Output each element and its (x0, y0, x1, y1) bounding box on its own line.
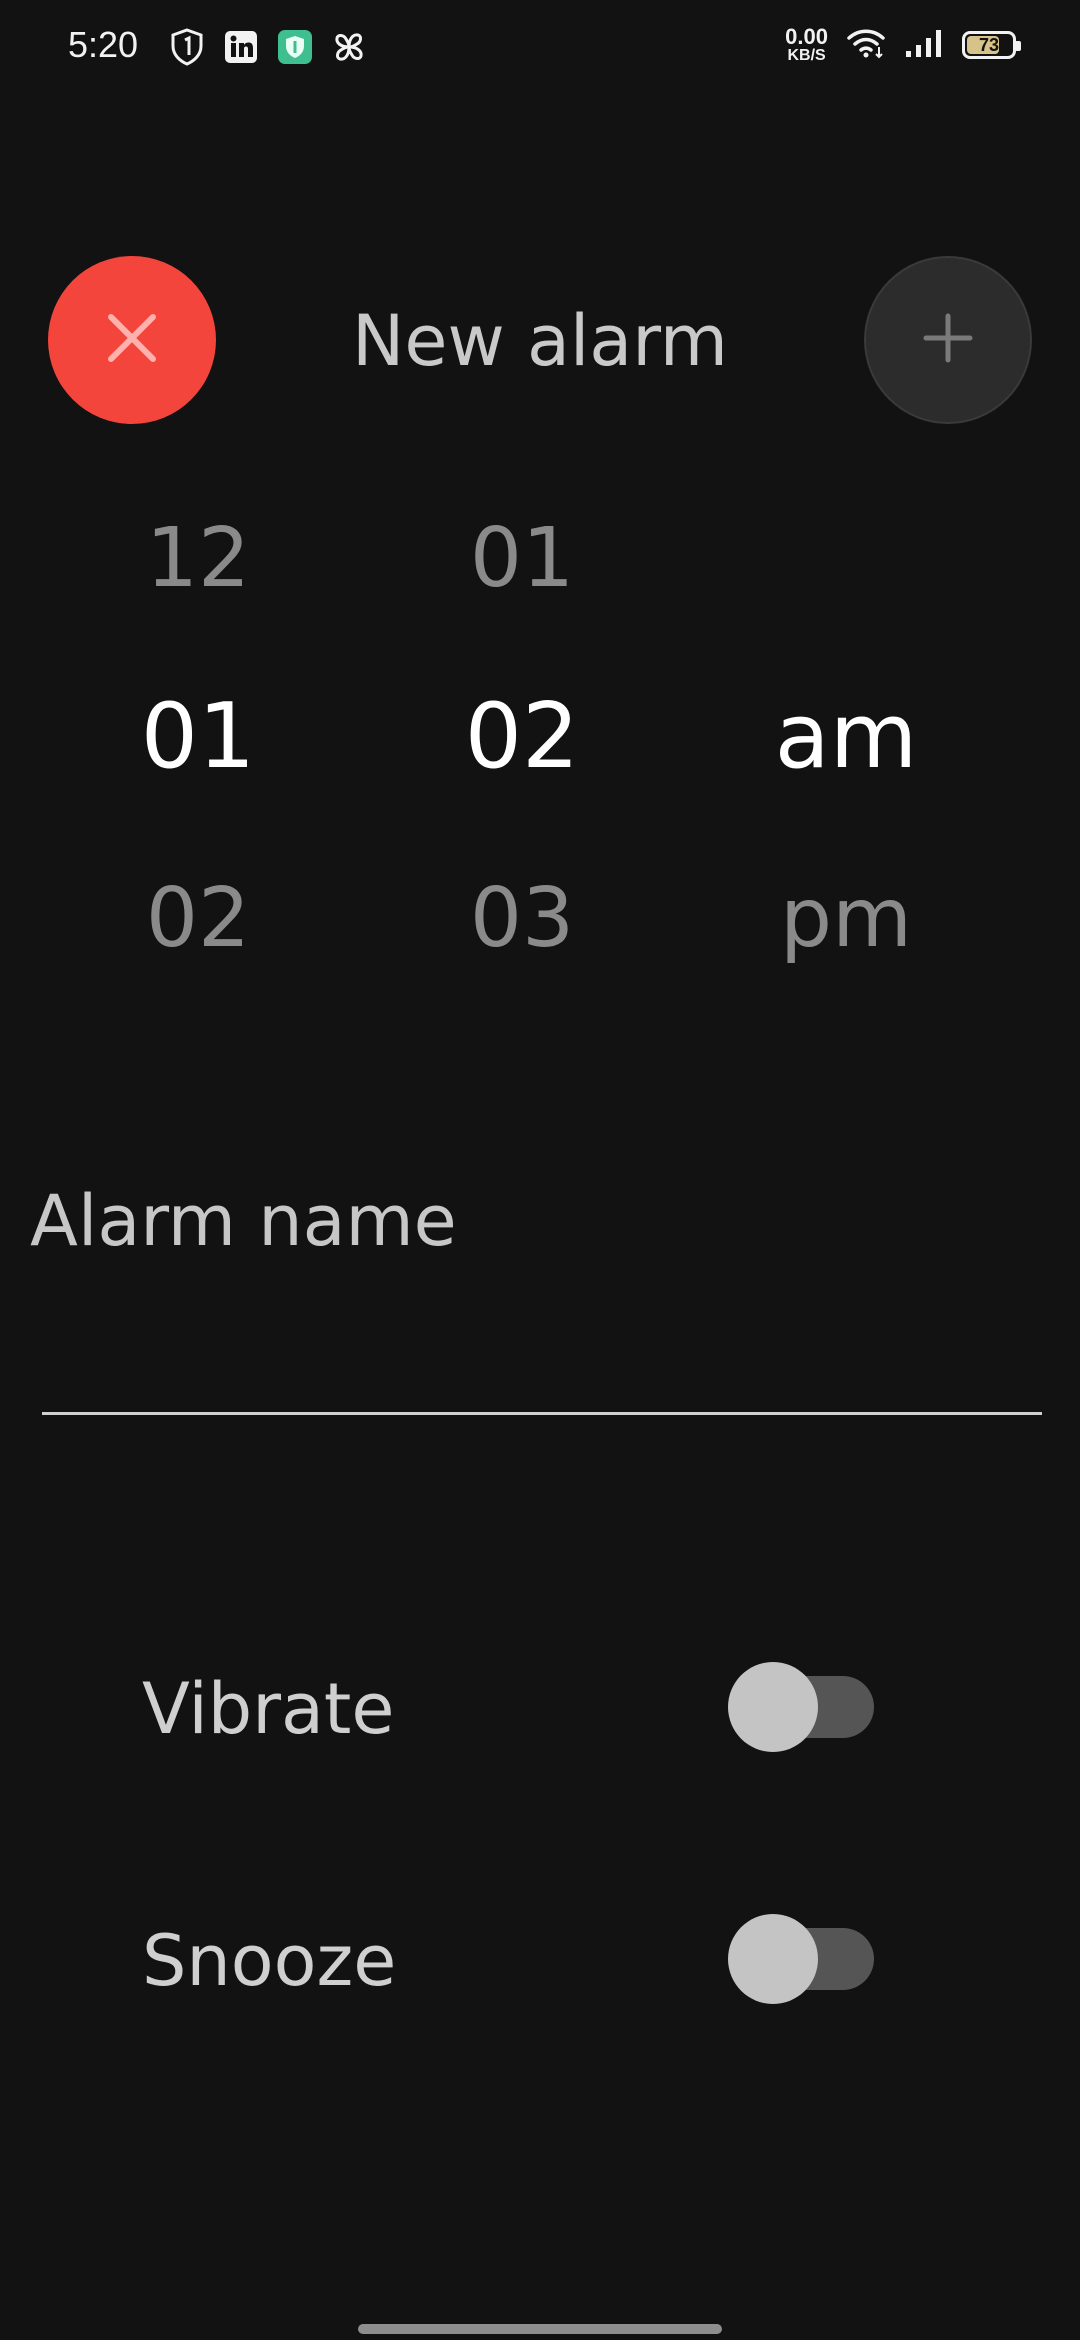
period-next[interactable]: pm (716, 878, 976, 960)
period-picker[interactable]: am pm (716, 500, 976, 980)
network-speed: 0.00 KB/S (785, 26, 828, 64)
snooze-label: Snooze (142, 1920, 397, 2002)
status-bar: 5:20 0.00 KB/S 73 (0, 0, 1080, 100)
linkedin-icon (222, 28, 260, 66)
shield-1-icon (168, 28, 206, 66)
minute-prev[interactable]: 01 (392, 518, 652, 600)
alarm-name-input[interactable] (42, 1300, 1042, 1415)
minute-selected[interactable]: 02 (392, 692, 652, 782)
snooze-toggle-thumb[interactable] (728, 1914, 818, 2004)
vibrate-toggle[interactable] (728, 1662, 874, 1752)
signal-icon (904, 27, 944, 63)
hour-selected[interactable]: 01 (68, 692, 328, 782)
period-selected[interactable]: am (716, 692, 976, 782)
add-alarm-button[interactable] (864, 256, 1032, 424)
system-status: 0.00 KB/S 73 (785, 26, 1021, 64)
snooze-toggle[interactable] (728, 1914, 874, 2004)
battery-icon: 73 (962, 31, 1021, 59)
plus-icon (923, 313, 973, 367)
vibrate-label: Vibrate (142, 1668, 395, 1750)
wifi-icon (846, 27, 886, 63)
minute-picker[interactable]: 01 02 03 (392, 500, 652, 980)
vpn-shield-icon (276, 28, 314, 66)
minute-next[interactable]: 03 (392, 878, 652, 960)
hour-next[interactable]: 02 (68, 878, 328, 960)
pinwheel-icon (330, 28, 368, 66)
hour-prev[interactable]: 12 (68, 518, 328, 600)
network-speed-unit: KB/S (787, 47, 826, 64)
network-speed-value: 0.00 (785, 24, 828, 49)
battery-level: 73 (978, 34, 1000, 55)
alarm-name-label: Alarm name (30, 1180, 457, 1262)
home-indicator[interactable] (358, 2324, 722, 2334)
status-time: 5:20 (68, 24, 139, 65)
notification-icons (168, 28, 368, 66)
hour-picker[interactable]: 12 01 02 (68, 500, 328, 980)
vibrate-toggle-thumb[interactable] (728, 1662, 818, 1752)
